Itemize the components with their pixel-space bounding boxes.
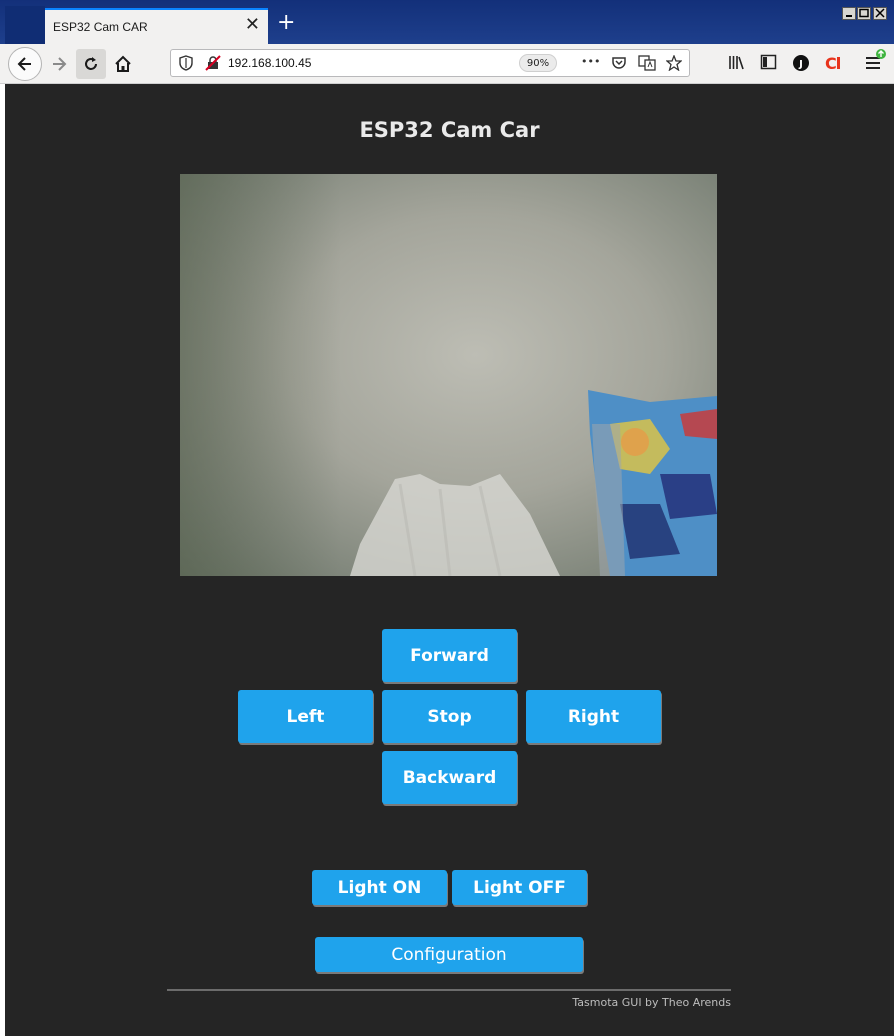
back-arrow-icon [17, 57, 31, 71]
camera-frame-image [180, 174, 717, 576]
menu-update-icon[interactable] [864, 48, 888, 74]
navigation-toolbar: 192.168.100.45 90% ••• J C [0, 44, 894, 84]
tab-close-icon[interactable]: ✕ [245, 16, 260, 34]
translate-icon[interactable] [638, 55, 656, 71]
shield-icon[interactable] [179, 55, 193, 71]
footer-credit: Tasmota GUI by Theo Arends [572, 996, 731, 1009]
window-minimize-button[interactable] [842, 7, 856, 20]
back-button[interactable] [8, 47, 42, 81]
svg-text:C: C [825, 54, 837, 72]
extension-c-icon[interactable]: C [824, 54, 842, 72]
tab-title: ESP32 Cam CAR [53, 20, 148, 34]
address-bar[interactable]: 192.168.100.45 90% ••• [170, 49, 690, 77]
stop-button[interactable]: Stop [382, 690, 517, 743]
close-icon [875, 8, 885, 18]
insecure-lock-icon[interactable] [205, 55, 221, 71]
page-actions-icon[interactable]: ••• [581, 55, 600, 68]
home-button[interactable] [108, 49, 138, 79]
light-on-button[interactable]: Light ON [312, 870, 447, 905]
right-button[interactable]: Right [526, 690, 661, 743]
reload-button[interactable] [76, 49, 106, 79]
bookmark-star-icon[interactable] [666, 55, 682, 71]
sidebar-icon[interactable] [760, 54, 778, 70]
window-titlebar: ESP32 Cam CAR ✕ + [0, 0, 894, 44]
browser-tab[interactable]: ESP32 Cam CAR ✕ [45, 8, 268, 44]
home-icon [115, 55, 131, 72]
window-close-button[interactable] [873, 7, 887, 20]
forward-nav-button[interactable] [44, 49, 74, 79]
svg-text:J: J [798, 59, 803, 70]
camera-stream [180, 174, 717, 576]
titlebar-spacer [5, 6, 45, 44]
configuration-button[interactable]: Configuration [315, 937, 583, 972]
page-title: ESP32 Cam Car [359, 118, 540, 142]
pocket-icon[interactable] [611, 55, 627, 71]
library-icon[interactable] [728, 54, 746, 70]
new-tab-button[interactable]: + [277, 12, 295, 34]
zoom-indicator[interactable]: 90% [519, 54, 557, 72]
page-content: ESP32 Cam Car Forward Left Stop Right Ba… [5, 84, 894, 1036]
maximize-icon [859, 8, 869, 18]
footer-divider [167, 989, 731, 991]
reload-icon [85, 57, 97, 70]
light-off-button[interactable]: Light OFF [452, 870, 587, 905]
url-text[interactable]: 192.168.100.45 [228, 56, 311, 70]
forward-arrow-icon [53, 57, 67, 71]
minimize-icon [846, 15, 852, 17]
backward-button[interactable]: Backward [382, 751, 517, 804]
window-maximize-button[interactable] [857, 7, 871, 20]
profile-j-icon[interactable]: J [792, 54, 810, 72]
forward-button[interactable]: Forward [382, 629, 517, 682]
left-button[interactable]: Left [238, 690, 373, 743]
